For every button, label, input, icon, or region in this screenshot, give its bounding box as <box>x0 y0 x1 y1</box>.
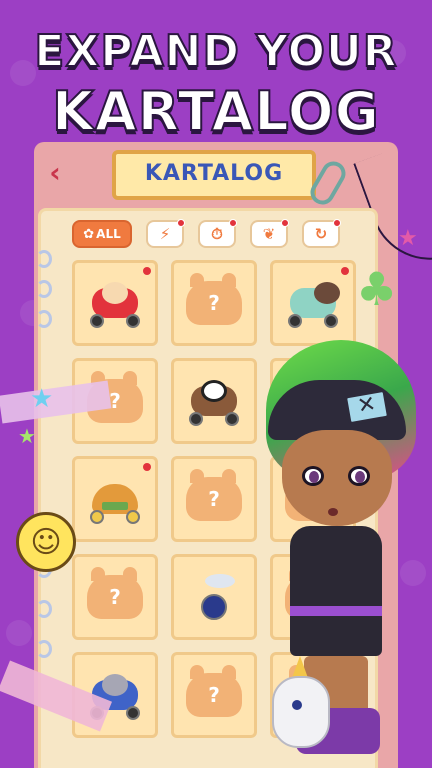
red-rocket-kart-icon <box>86 278 144 328</box>
kart-card-locked[interactable]: ? <box>72 554 158 640</box>
kart-card-locked[interactable]: ? <box>171 652 257 738</box>
filter-lightning-tab[interactable]: ⚡ <box>146 219 185 248</box>
filter-leaf-tab[interactable]: ❦ <box>250 219 289 248</box>
star-icon: ★ <box>398 226 418 251</box>
filter-alarm-tab[interactable]: ⏱ <box>198 219 237 248</box>
new-indicator <box>143 463 151 471</box>
panda-kart-icon <box>185 376 243 426</box>
filter-tabs: ✿ ALL ⚡ ⏱ ❦ ↻ <box>72 219 372 250</box>
unicorn-plush-icon <box>262 656 340 756</box>
smiley-sticker-icon: ☺ <box>16 512 76 572</box>
new-indicator <box>177 219 185 227</box>
kart-card-locked[interactable]: ? <box>171 260 257 346</box>
star-icon: ★ <box>18 424 36 448</box>
kart-card-panda[interactable] <box>171 358 257 444</box>
new-indicator <box>143 267 151 275</box>
binder-ring <box>36 250 52 268</box>
refresh-icon: ↻ <box>314 225 328 243</box>
promo-headline-line2: KARTALOG <box>51 79 380 144</box>
chevron-left-icon: ‹ <box>49 156 61 189</box>
locked-kart-silhouette-icon: ? <box>87 567 143 619</box>
star-icon: ★ <box>30 384 54 414</box>
new-indicator <box>281 219 289 227</box>
kart-card-red-rocket[interactable] <box>72 260 158 346</box>
binder-ring <box>36 600 52 618</box>
alarm-clock-icon: ⏱ <box>211 225 223 243</box>
paw-pattern-icon <box>6 620 32 646</box>
binder-ring <box>36 640 52 658</box>
unicycle-kart-icon <box>185 572 243 622</box>
kartalog-title: KARTALOG <box>112 150 316 200</box>
leaf-icon: ❦ <box>262 225 276 243</box>
new-indicator <box>341 267 349 275</box>
kart-card-unicycle[interactable] <box>171 554 257 640</box>
binder-ring <box>36 310 52 328</box>
lightning-icon: ⚡ <box>159 225 171 243</box>
binder-ring <box>36 280 52 298</box>
back-button[interactable]: ‹ <box>40 158 70 188</box>
promo-headline-line1: EXPAND YOUR <box>33 25 398 78</box>
filter-all-label: ALL <box>96 227 121 241</box>
filter-refresh-tab[interactable]: ↻ <box>302 219 341 248</box>
paw-icon: ✿ <box>83 226 95 242</box>
clover-charm-icon: ♣ <box>356 262 398 316</box>
filter-all-tab[interactable]: ✿ ALL <box>72 220 132 248</box>
kart-card-squirrel[interactable] <box>270 260 356 346</box>
kart-card-burger[interactable] <box>72 456 158 542</box>
new-indicator <box>333 219 341 227</box>
locked-kart-silhouette-icon: ? <box>186 273 242 325</box>
squirrel-kart-icon <box>284 278 342 328</box>
locked-kart-silhouette-icon: ? <box>186 665 242 717</box>
kart-card-locked[interactable]: ? <box>171 456 257 542</box>
burger-kart-icon <box>86 474 144 524</box>
new-indicator <box>229 219 237 227</box>
locked-kart-silhouette-icon: ? <box>186 469 242 521</box>
